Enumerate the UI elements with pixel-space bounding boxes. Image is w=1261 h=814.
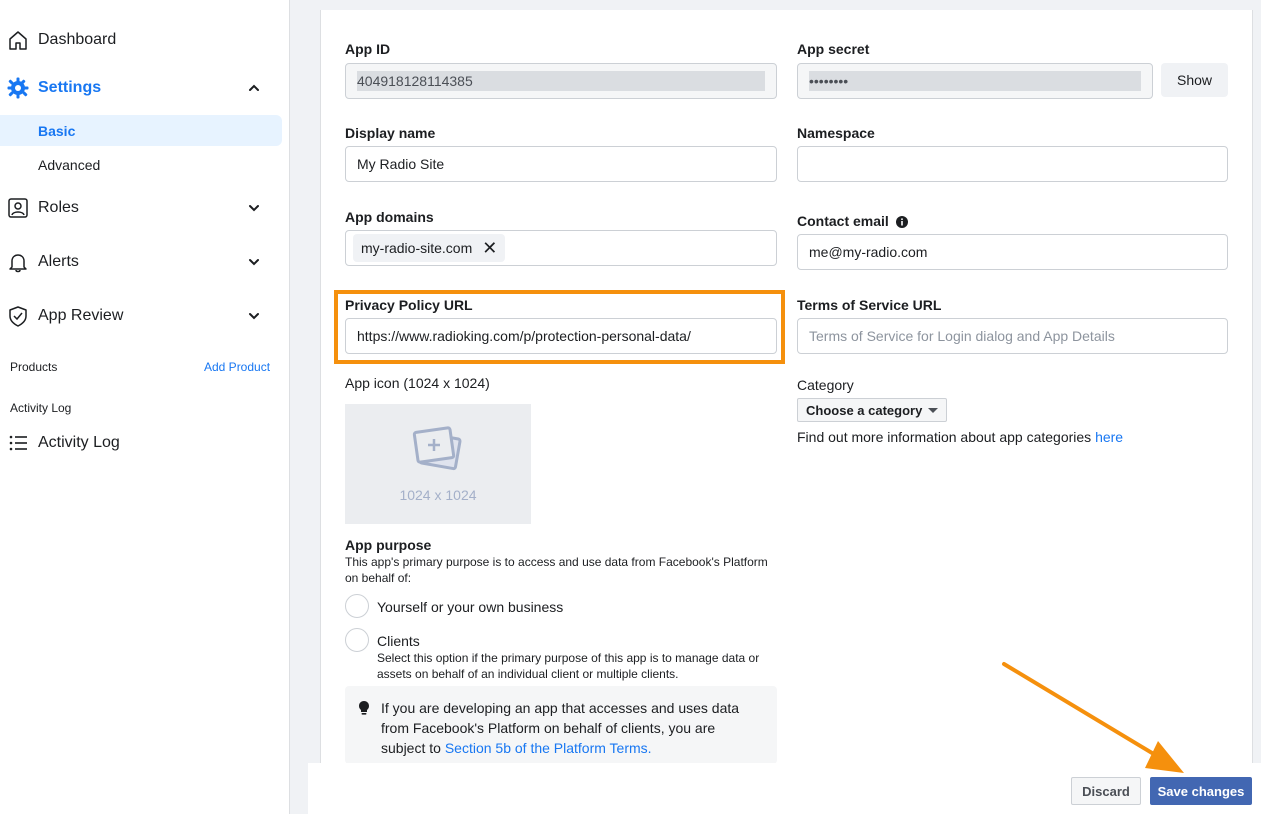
app-icon-label: App icon (1024 x 1024) bbox=[345, 375, 490, 391]
contact-email-value: me@my-radio.com bbox=[809, 244, 928, 260]
app-secret-value: •••••••• bbox=[809, 71, 1141, 91]
sidebar-item-label: Roles bbox=[38, 199, 79, 216]
notice-text: If you are developing an app that access… bbox=[381, 698, 761, 758]
sidebar-item-label: Activity Log bbox=[38, 434, 120, 451]
roles-icon bbox=[6, 196, 30, 220]
app-id-field[interactable]: 404918128114385 bbox=[345, 63, 777, 99]
category-info-text: Find out more information about app cate… bbox=[797, 429, 1092, 445]
bell-icon bbox=[6, 250, 30, 274]
save-changes-button[interactable]: Save changes bbox=[1150, 777, 1252, 805]
app-domains-field[interactable]: my-radio-site.com ✕ bbox=[345, 230, 777, 266]
category-select-value: Choose a category bbox=[806, 402, 923, 418]
app-id-label: App ID bbox=[345, 41, 391, 57]
sidebar-item-label: Settings bbox=[38, 79, 102, 96]
app-purpose-description: This app's primary purpose is to access … bbox=[345, 555, 768, 585]
category-label: Category bbox=[797, 377, 854, 393]
sidebar-item-activity-log[interactable]: Activity Log bbox=[0, 426, 282, 460]
display-name-field[interactable]: My Radio Site bbox=[345, 146, 777, 182]
chevron-down-icon[interactable] bbox=[244, 306, 264, 326]
home-icon bbox=[6, 28, 30, 52]
category-select[interactable]: Choose a category bbox=[797, 398, 948, 422]
list-icon bbox=[6, 431, 30, 455]
sidebar-item-label: Dashboard bbox=[38, 31, 117, 48]
contact-email-label: Contact email bbox=[797, 213, 908, 231]
sidebar-item-advanced[interactable]: Advanced bbox=[0, 149, 282, 180]
gear-icon bbox=[6, 76, 30, 100]
app-id-value: 404918128114385 bbox=[357, 71, 765, 91]
namespace-field[interactable] bbox=[797, 146, 1228, 182]
sidebar-item-label: App Review bbox=[38, 307, 124, 324]
sidebar-item-dashboard[interactable]: Dashboard bbox=[0, 23, 282, 57]
contact-email-label-text: Contact email bbox=[797, 213, 889, 229]
caret-down-icon bbox=[928, 407, 939, 413]
display-name-value: My Radio Site bbox=[357, 156, 445, 172]
app-domains-label: App domains bbox=[345, 209, 434, 225]
tos-field[interactable]: Terms of Service for Login dialog and Ap… bbox=[797, 318, 1228, 354]
chevron-up-icon[interactable] bbox=[244, 78, 264, 98]
sidebar-item-label: Basic bbox=[38, 123, 76, 139]
app-secret-label: App secret bbox=[797, 41, 870, 57]
platform-terms-link[interactable]: Section 5b of the Platform Terms. bbox=[445, 740, 652, 756]
tos-label: Terms of Service URL bbox=[797, 297, 942, 313]
privacy-policy-value: https://www.radioking.com/p/protection-p… bbox=[357, 328, 691, 344]
sidebar-item-label: Advanced bbox=[38, 157, 101, 173]
domain-chip-label: my-radio-site.com bbox=[361, 240, 473, 256]
show-secret-button[interactable]: Show bbox=[1161, 63, 1228, 97]
sidebar: Dashboard Settings Basic Advanced Roles … bbox=[0, 0, 290, 814]
display-name-label: Display name bbox=[345, 125, 436, 141]
sidebar-item-basic[interactable]: Basic bbox=[0, 115, 282, 146]
shield-check-icon bbox=[6, 304, 30, 328]
sidebar-item-settings[interactable]: Settings bbox=[0, 71, 282, 105]
domain-chip: my-radio-site.com ✕ bbox=[353, 234, 506, 262]
chevron-down-icon[interactable] bbox=[244, 198, 264, 218]
products-section-title: Products bbox=[10, 360, 58, 374]
contact-email-field[interactable]: me@my-radio.com bbox=[797, 234, 1228, 270]
info-icon[interactable] bbox=[895, 215, 908, 231]
privacy-policy-label: Privacy Policy URL bbox=[345, 297, 473, 313]
privacy-policy-field[interactable]: https://www.radioking.com/p/protection-p… bbox=[345, 318, 777, 354]
discard-button[interactable]: Discard bbox=[1071, 777, 1141, 805]
platform-terms-notice: If you are developing an app that access… bbox=[345, 686, 777, 764]
radio-yourself[interactable] bbox=[345, 594, 369, 618]
option-yourself-label[interactable]: Yourself or your own business bbox=[377, 599, 563, 615]
app-purpose-label: App purpose bbox=[345, 537, 432, 553]
sidebar-item-app-review[interactable]: App Review bbox=[0, 299, 282, 333]
namespace-label: Namespace bbox=[797, 125, 875, 141]
option-clients-label[interactable]: Clients bbox=[377, 633, 420, 649]
lightbulb-icon bbox=[358, 700, 370, 721]
sidebar-item-alerts[interactable]: Alerts bbox=[0, 245, 282, 279]
app-secret-field[interactable]: •••••••• bbox=[797, 63, 1153, 99]
close-icon[interactable]: ✕ bbox=[482, 239, 497, 257]
tos-placeholder: Terms of Service for Login dialog and Ap… bbox=[809, 328, 1115, 344]
sidebar-item-label: Alerts bbox=[38, 253, 79, 270]
activity-log-section-title: Activity Log bbox=[10, 401, 72, 415]
radio-clients[interactable] bbox=[345, 628, 369, 652]
sidebar-item-roles[interactable]: Roles bbox=[0, 191, 282, 225]
image-upload-icon bbox=[410, 425, 466, 481]
category-here-link[interactable]: here bbox=[1095, 429, 1123, 445]
category-info: Find out more information about app cate… bbox=[797, 429, 1123, 445]
option-clients-description: Select this option if the primary purpos… bbox=[377, 651, 760, 681]
chevron-down-icon[interactable] bbox=[244, 252, 264, 272]
app-icon-upload[interactable]: 1024 x 1024 bbox=[345, 404, 531, 524]
app-icon-size: 1024 x 1024 bbox=[399, 486, 477, 503]
add-product-link[interactable]: Add Product bbox=[204, 360, 270, 374]
